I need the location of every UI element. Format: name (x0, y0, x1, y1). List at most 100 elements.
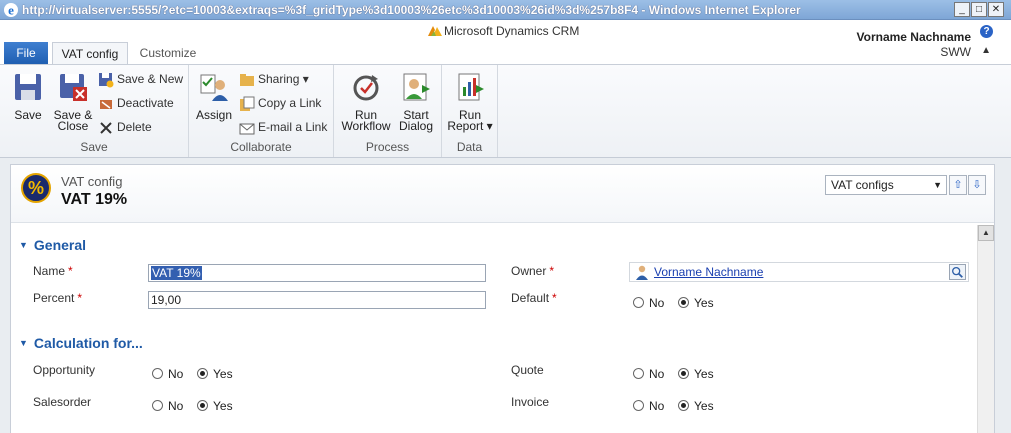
opportunity-no-radio[interactable]: No (152, 367, 183, 381)
lookup-search-icon[interactable] (949, 264, 966, 280)
delete-button[interactable]: Delete (98, 120, 152, 138)
default-yes-radio[interactable]: Yes (678, 296, 714, 310)
maximize-button[interactable]: □ (971, 2, 987, 17)
deactivate-label: Deactivate (117, 96, 174, 110)
user-name[interactable]: Vorname Nachname (857, 30, 972, 44)
copy-link-label: Copy a Link (258, 96, 322, 110)
close-button[interactable]: ✕ (988, 2, 1004, 17)
percent-label: Percent * (33, 291, 83, 305)
radio-icon (633, 400, 644, 411)
section-general-title: General (33, 237, 87, 253)
vertical-scrollbar[interactable]: ▲ (977, 225, 994, 433)
org-name: SWW (940, 45, 971, 59)
run-workflow-label-2: Workflow (341, 119, 391, 133)
name-field[interactable]: VAT 19% (148, 264, 486, 282)
minimize-button[interactable]: _ (954, 2, 970, 17)
save-button[interactable]: Save (8, 71, 48, 121)
window-title: http://virtualserver:5555/?etc=10003&ext… (22, 3, 801, 17)
save-close-button[interactable]: Save & Close (52, 71, 94, 132)
product-name: Microsoft Dynamics CRM (444, 24, 580, 38)
next-record-button[interactable]: ⇩ (968, 175, 986, 195)
assign-icon (200, 74, 228, 101)
tab-customize[interactable]: Customize (132, 42, 204, 64)
copy-link-button[interactable]: Copy a Link (239, 96, 321, 114)
sharing-button[interactable]: Sharing ▾ (239, 72, 309, 90)
form-panel: % VAT config VAT 19% VAT configs ▼ ⇧ ⇩ ▲… (10, 164, 995, 433)
record-header: % VAT config VAT 19% VAT configs ▼ ⇧ ⇩ (11, 165, 994, 223)
invoice-yes-radio[interactable]: Yes (678, 399, 714, 413)
tab-file[interactable]: File (4, 42, 48, 64)
radio-selected-icon (678, 368, 689, 379)
assign-label: Assign (195, 108, 233, 122)
ribbon-tab-strip: File VAT config Customize Microsoft Dyna… (0, 20, 1011, 64)
quote-yes-radio[interactable]: Yes (678, 367, 714, 381)
default-no-radio[interactable]: No (633, 296, 664, 310)
dropdown-arrow-icon: ▼ (933, 180, 942, 190)
run-report-label-2: Report ▾ (447, 119, 493, 133)
section-general[interactable]: ▼ General (19, 237, 86, 253)
start-dialog-icon (403, 73, 430, 101)
radio-icon (152, 368, 163, 379)
radio-selected-icon (197, 400, 208, 411)
salesorder-yes-radio[interactable]: Yes (197, 399, 233, 413)
start-dialog-button[interactable]: Start Dialog (396, 71, 436, 132)
tab-vat-config[interactable]: VAT config (52, 42, 128, 64)
required-marker: * (68, 264, 73, 278)
view-selector[interactable]: VAT configs ▼ (825, 175, 947, 195)
record-title: VAT 19% (61, 191, 128, 208)
owner-link[interactable]: Vorname Nachname (654, 263, 763, 281)
invoice-no-radio[interactable]: No (633, 399, 664, 413)
name-label: Name * (33, 264, 73, 278)
window-titlebar: e http://virtualserver:5555/?etc=10003&e… (0, 0, 1011, 20)
user-icon (636, 265, 648, 280)
save-new-button[interactable]: Save & New (98, 72, 183, 90)
quote-no-radio[interactable]: No (633, 367, 664, 381)
radio-icon (152, 400, 163, 411)
internet-explorer-icon: e (4, 3, 18, 18)
collapse-ribbon-icon[interactable]: ▲ (981, 45, 991, 56)
email-link-label: E-mail a Link (258, 120, 328, 134)
radio-selected-icon (197, 368, 208, 379)
data-group-label: Data (456, 140, 483, 154)
delete-icon (100, 122, 112, 134)
invoice-label: Invoice (511, 395, 550, 409)
start-dialog-label-2: Dialog (398, 119, 434, 133)
ribbon-group-save: Save Save & Close Save & New Deactivate … (0, 65, 189, 157)
ribbon-group-data: Run Report ▾ Data (442, 65, 498, 157)
percent-field-value: 19,00 (151, 293, 182, 307)
sharing-icon (240, 74, 254, 86)
salesorder-no-radio[interactable]: No (152, 399, 183, 413)
dynamics-logo-icon (428, 26, 442, 36)
deactivate-button[interactable]: Deactivate (98, 96, 174, 114)
run-workflow-button[interactable]: Run Workflow (338, 71, 394, 132)
save-icon (15, 74, 41, 100)
section-expand-icon: ▼ (19, 240, 28, 250)
quote-label: Quote (511, 363, 544, 377)
email-link-button[interactable]: E-mail a Link (239, 120, 327, 138)
radio-icon (633, 368, 644, 379)
previous-record-button[interactable]: ⇧ (949, 175, 967, 195)
entity-type-label: VAT config (61, 174, 123, 189)
required-marker: * (77, 291, 83, 305)
assign-button[interactable]: Assign (195, 71, 233, 121)
opportunity-yes-radio[interactable]: Yes (197, 367, 233, 381)
section-calculation-title: Calculation for... (33, 335, 143, 351)
delete-label: Delete (117, 120, 152, 134)
save-group-label: Save (80, 140, 108, 154)
save-new-icon (99, 73, 114, 88)
help-icon[interactable]: ? (980, 25, 993, 38)
ribbon: Save Save & Close Save & New Deactivate … (0, 64, 1011, 158)
owner-lookup[interactable]: Vorname Nachname (629, 262, 969, 282)
deactivate-icon (100, 100, 112, 109)
run-report-button[interactable]: Run Report ▾ (446, 71, 494, 132)
save-close-label-2: Close (57, 119, 89, 133)
email-link-icon (239, 123, 255, 135)
percent-field[interactable]: 19,00 (148, 291, 486, 309)
save-close-icon (60, 74, 87, 101)
process-group-label: Process (365, 140, 410, 154)
section-calculation[interactable]: ▼ Calculation for... (19, 335, 143, 351)
run-report-icon (458, 73, 484, 101)
required-marker: * (549, 264, 555, 278)
scroll-up-icon[interactable]: ▲ (978, 225, 994, 241)
owner-label: Owner * (511, 264, 555, 278)
